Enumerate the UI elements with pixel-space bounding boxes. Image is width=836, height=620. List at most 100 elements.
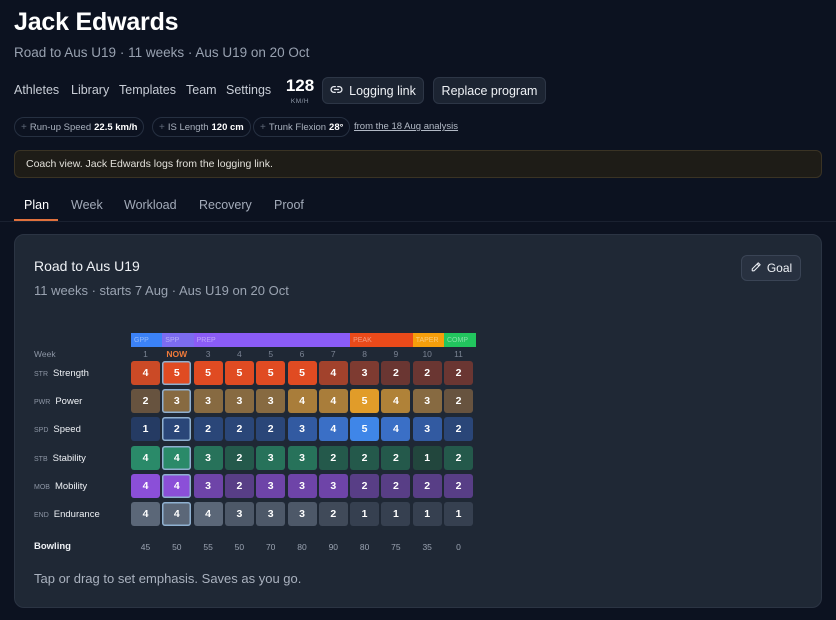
emphasis-cell[interactable]: 5 — [350, 417, 380, 441]
emphasis-cell[interactable]: 3 — [318, 474, 348, 498]
nav-athletes[interactable]: Athletes — [14, 83, 59, 97]
emphasis-cell[interactable]: 2 — [444, 389, 473, 413]
emphasis-cell[interactable]: 2 — [224, 474, 254, 498]
logging-link-button[interactable]: Logging link — [322, 77, 424, 104]
emphasis-cell[interactable]: 2 — [381, 361, 411, 385]
emphasis-cell[interactable]: 4 — [131, 474, 160, 498]
emphasis-cell[interactable]: 5 — [256, 361, 286, 385]
nav-settings[interactable]: Settings — [226, 83, 271, 97]
emphasis-cell[interactable]: 4 — [162, 446, 192, 470]
emphasis-cell[interactable]: 4 — [318, 417, 348, 441]
emphasis-cell[interactable]: 2 — [444, 361, 473, 385]
emphasis-cell[interactable]: 2 — [444, 446, 473, 470]
emphasis-cell[interactable]: 5 — [287, 361, 317, 385]
emphasis-cell[interactable]: 2 — [224, 417, 254, 441]
emphasis-cell[interactable]: 3 — [287, 474, 317, 498]
tab-recovery[interactable]: Recovery — [199, 198, 252, 212]
emphasis-cell[interactable]: 3 — [412, 417, 442, 441]
tab-proof[interactable]: Proof — [274, 198, 304, 212]
emphasis-cell[interactable]: 4 — [131, 502, 160, 526]
emphasis-cell[interactable]: 1 — [350, 502, 380, 526]
emphasis-cell[interactable]: 4 — [131, 446, 160, 470]
emphasis-cell[interactable]: 1 — [131, 417, 160, 441]
row-name: Mobility — [54, 481, 88, 492]
notice-text: Coach view. Jack Edwards logs from the l… — [26, 158, 273, 170]
emphasis-cell[interactable]: 3 — [350, 361, 380, 385]
bowling-value: 90 — [328, 542, 339, 552]
emphasis-cell[interactable]: 3 — [193, 446, 223, 470]
row-name: Speed — [53, 424, 81, 435]
replace-program-button[interactable]: Replace program — [433, 77, 546, 104]
emphasis-cell[interactable]: 2 — [412, 361, 442, 385]
emphasis-cell[interactable]: 3 — [256, 474, 286, 498]
emphasis-cell[interactable]: 3 — [412, 389, 442, 413]
emphasis-cell[interactable]: 2 — [224, 446, 254, 470]
emphasis-cell[interactable]: 3 — [287, 502, 317, 526]
emphasis-cell[interactable]: 3 — [224, 389, 254, 413]
emphasis-cell[interactable]: 2 — [444, 417, 473, 441]
emphasis-cell[interactable]: 3 — [256, 389, 286, 413]
emphasis-cell[interactable]: 2 — [318, 502, 348, 526]
bowling-value: 0 — [456, 542, 461, 552]
phase-taper: TAPER — [412, 333, 445, 347]
emphasis-cell[interactable]: 3 — [256, 502, 286, 526]
nav-templates[interactable]: Templates — [119, 83, 176, 97]
emphasis-cell[interactable]: 2 — [381, 446, 411, 470]
emphasis-cell[interactable]: 2 — [412, 474, 442, 498]
emphasis-cell[interactable]: 2 — [131, 389, 160, 413]
emphasis-cell[interactable]: 2 — [162, 417, 192, 441]
emphasis-cell[interactable]: 4 — [318, 361, 348, 385]
emphasis-cell[interactable]: 5 — [350, 389, 380, 413]
emphasis-cell[interactable]: 1 — [412, 502, 442, 526]
metric-is-length: + IS Length 120 cm — [152, 117, 251, 137]
metric-label: Run-up Speed — [29, 121, 92, 133]
tabs-divider — [0, 221, 836, 222]
phase-spp: SPP — [162, 333, 195, 347]
emphasis-cell[interactable]: 4 — [162, 502, 192, 526]
athlete-name: Jack Edwards — [14, 8, 179, 36]
phase-gpp: GPP — [131, 333, 163, 347]
emphasis-cell[interactable]: 3 — [287, 417, 317, 441]
emphasis-cell[interactable]: 3 — [193, 389, 223, 413]
emphasis-cell[interactable]: 2 — [318, 446, 348, 470]
emphasis-cell[interactable]: 4 — [287, 389, 317, 413]
emphasis-cell[interactable]: 3 — [224, 502, 254, 526]
emphasis-cell[interactable]: 5 — [193, 361, 223, 385]
emphasis-cell[interactable]: 5 — [162, 361, 192, 385]
emphasis-cell[interactable]: 2 — [193, 417, 223, 441]
emphasis-cell[interactable]: 4 — [318, 389, 348, 413]
emphasis-cell[interactable]: 2 — [444, 474, 473, 498]
goal-label: Goal — [766, 261, 793, 275]
tab-plan[interactable]: Plan — [24, 198, 49, 212]
nav-team[interactable]: Team — [186, 83, 217, 97]
metric-trunk-flexion: + Trunk Flexion 28° — [253, 117, 351, 137]
emphasis-cell[interactable]: 2 — [350, 446, 380, 470]
emphasis-cell[interactable]: 3 — [287, 446, 317, 470]
tab-workload[interactable]: Workload — [124, 198, 177, 212]
metric-value: 28° — [329, 121, 344, 133]
phase-prep: PREP — [193, 333, 351, 347]
row-label-endurance: END Endurance — [34, 509, 100, 520]
emphasis-cell[interactable]: 3 — [256, 446, 286, 470]
emphasis-cell[interactable]: 4 — [131, 361, 160, 385]
analysis-link[interactable]: from the 18 Aug analysis — [354, 121, 458, 132]
emphasis-cell[interactable]: 4 — [162, 474, 192, 498]
emphasis-cell[interactable]: 3 — [162, 389, 192, 413]
emphasis-cell[interactable]: 3 — [193, 474, 223, 498]
emphasis-cell[interactable]: 2 — [381, 474, 411, 498]
bowling-value: 80 — [359, 542, 370, 552]
row-name: Power — [55, 396, 83, 407]
row-abbr: MOB — [34, 484, 50, 491]
emphasis-cell[interactable]: 2 — [350, 474, 380, 498]
emphasis-cell[interactable]: 2 — [256, 417, 286, 441]
emphasis-cell[interactable]: 4 — [193, 502, 223, 526]
emphasis-cell[interactable]: 1 — [381, 502, 411, 526]
emphasis-cell[interactable]: 1 — [444, 502, 473, 526]
nav-library[interactable]: Library — [71, 83, 109, 97]
emphasis-cell[interactable]: 4 — [381, 417, 411, 441]
emphasis-cell[interactable]: 5 — [224, 361, 254, 385]
tab-week[interactable]: Week — [71, 198, 103, 212]
emphasis-cell[interactable]: 4 — [381, 389, 411, 413]
goal-button[interactable]: Goal — [741, 255, 801, 281]
emphasis-cell[interactable]: 1 — [412, 446, 442, 470]
